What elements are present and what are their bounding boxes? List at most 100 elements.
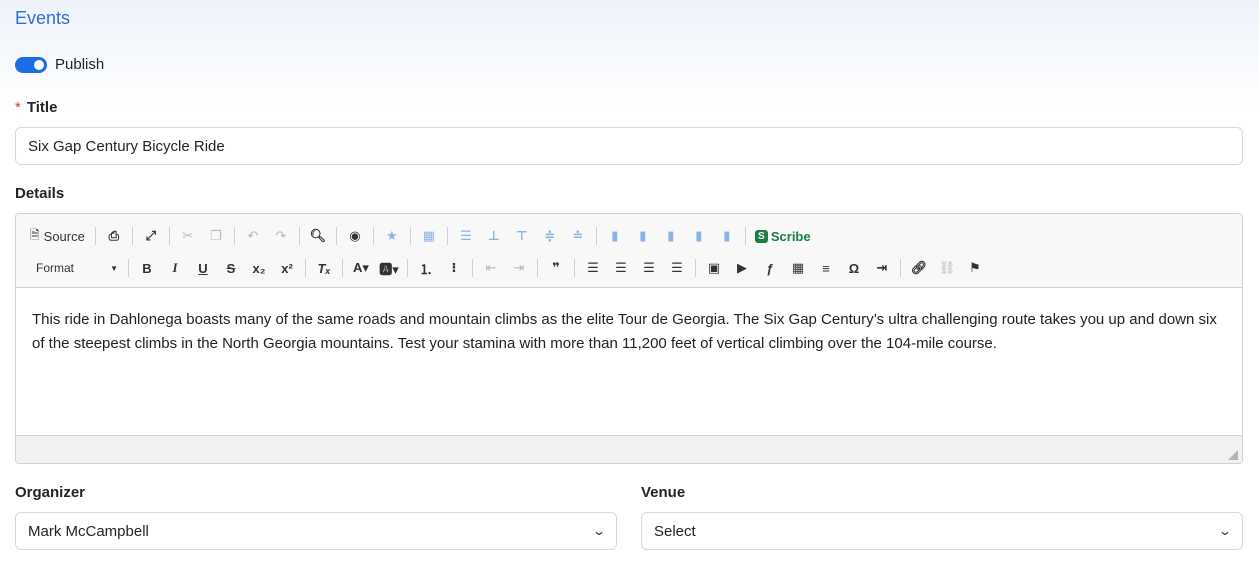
toolbar-separator [574, 259, 575, 277]
publish-toggle-row: Publish [15, 56, 104, 73]
layout-block-icon[interactable]: ▮ [603, 224, 627, 248]
publish-toggle[interactable] [15, 56, 47, 73]
align-top-icon[interactable]: ⊤ [510, 224, 534, 248]
table-icon[interactable]: ▦ [786, 256, 810, 280]
align-left-icon[interactable]: ☰ [581, 256, 605, 280]
toolbar-separator [342, 259, 343, 277]
redo-icon[interactable]: ↷ [269, 224, 293, 248]
accessibility-icon[interactable]: ◉ [343, 224, 367, 248]
venue-label: Venue [641, 484, 686, 501]
scribe-label: Scribe [770, 228, 811, 244]
toolbar-separator [372, 227, 374, 245]
find-icon[interactable]: 🔍︎ [306, 224, 330, 248]
source-icon: 🗎 [30, 227, 40, 242]
align-justify-icon[interactable]: ☰ [665, 256, 689, 280]
toolbar-separator [94, 227, 96, 245]
toolbar-separator [744, 227, 746, 245]
venue-select[interactable]: Select ⌄ [641, 512, 1243, 550]
title-input[interactable]: Six Gap Century Bicycle Ride [15, 127, 1243, 165]
details-label: Details [15, 185, 65, 202]
link-icon[interactable]: 🔗︎ [907, 256, 931, 280]
remove-format-icon[interactable]: Tₓ [312, 256, 336, 280]
align-bottom-icon[interactable]: ⊥ [482, 224, 506, 248]
undo-icon[interactable]: ↶ [241, 224, 265, 248]
underline-icon[interactable]: U [191, 256, 215, 280]
title-label-text: Title [26, 99, 58, 116]
horizontal-line-icon[interactable]: ≡ [814, 256, 838, 280]
layout-add-icon[interactable]: ▮ [687, 224, 711, 248]
toolbar-separator [128, 259, 129, 277]
chevron-down-icon: ⌄ [1217, 524, 1233, 538]
toolbar-separator [168, 227, 170, 245]
toolbar-separator [407, 259, 408, 277]
required-marker: * [15, 99, 21, 116]
toolbar-separator [305, 259, 306, 277]
page-title: Events [15, 8, 71, 28]
title-input-value: Six Gap Century Bicycle Ride [28, 137, 225, 155]
format-dropdown[interactable]: Format ▼ [26, 256, 122, 280]
editor-toolbar: 🗎Source ⎙ ⤢ ✂ ❐ ↶ ↷ 🔍︎ ◉ ★ ▦ ☰ ⊥ ⊤ ≑ ≐ [16, 214, 1242, 288]
print-icon[interactable]: ⎙ [102, 224, 126, 248]
text-color-icon[interactable]: A▾ [349, 256, 373, 280]
formula-icon[interactable]: ƒ [758, 256, 782, 280]
numbered-list-icon[interactable]: ⒈ [414, 256, 438, 280]
toolbar-separator [537, 259, 538, 277]
source-label: Source [43, 228, 85, 244]
page-break-icon[interactable]: ⇥ [870, 256, 894, 280]
strikethrough-icon[interactable]: S [219, 256, 243, 280]
toolbar-row-2: Format ▼ B I U S x₂ x² Tₓ A▾ 🅰▾ ⒈ ⁝ ⇤ ⇥ ❞… [24, 252, 1234, 284]
align-middle-icon[interactable]: ≑ [538, 224, 562, 248]
format-label: Format [36, 261, 75, 275]
unlink-icon[interactable]: ⛓ [935, 256, 959, 280]
video-icon[interactable]: ▶ [730, 256, 754, 280]
bold-icon[interactable]: B [135, 256, 159, 280]
bulleted-list-icon[interactable]: ⁝ [442, 256, 466, 280]
organizer-select[interactable]: Mark McCampbell ⌄ [15, 512, 617, 550]
chevron-down-icon: ▼ [110, 263, 118, 273]
blockquote-icon[interactable]: ❞ [544, 256, 568, 280]
cut-icon[interactable]: ✂ [176, 224, 200, 248]
rich-text-editor: 🗎Source ⎙ ⤢ ✂ ❐ ↶ ↷ 🔍︎ ◉ ★ ▦ ☰ ⊥ ⊤ ≑ ≐ [15, 213, 1243, 464]
publish-label: Publish [55, 56, 105, 73]
chevron-down-icon: ⌄ [591, 524, 607, 538]
background-color-icon[interactable]: 🅰▾ [377, 256, 401, 280]
toolbar-separator [446, 227, 448, 245]
editor-content[interactable]: This ride in Dahlonega boasts many of th… [16, 288, 1242, 435]
organizer-value: Mark McCampbell [28, 522, 149, 540]
resize-handle-icon[interactable] [1228, 450, 1238, 460]
layout-remove-icon[interactable]: ▮ [715, 224, 739, 248]
anchor-flag-icon[interactable]: ⚑ [963, 256, 987, 280]
align-block-icon[interactable]: ☰ [454, 224, 478, 248]
outdent-icon[interactable]: ⇤ [479, 256, 503, 280]
indent-icon[interactable]: ⇥ [507, 256, 531, 280]
image-icon[interactable]: ▣ [702, 256, 726, 280]
toolbar-separator [900, 259, 901, 277]
toolbar-row-1: 🗎Source ⎙ ⤢ ✂ ❐ ↶ ↷ 🔍︎ ◉ ★ ▦ ☰ ⊥ ⊤ ≑ ≐ [24, 220, 1234, 252]
bookmark-icon[interactable]: ★ [380, 224, 404, 248]
scribe-button[interactable]: S Scribe [752, 224, 814, 248]
editor-statusbar [16, 435, 1242, 463]
toolbar-separator [233, 227, 235, 245]
template-icon[interactable]: ▦ [417, 224, 441, 248]
layout-insert-icon[interactable]: ▮ [631, 224, 655, 248]
copy-icon[interactable]: ❐ [204, 224, 228, 248]
superscript-icon[interactable]: x² [275, 256, 299, 280]
scribe-icon: S [754, 229, 768, 243]
toolbar-separator [298, 227, 300, 245]
align-center-icon[interactable]: ☰ [609, 256, 633, 280]
subscript-icon[interactable]: x₂ [247, 256, 271, 280]
source-button[interactable]: 🗎 Source [26, 224, 89, 248]
layout-left-icon[interactable]: ▮ [659, 224, 683, 248]
toolbar-separator [595, 227, 597, 245]
organizer-label: Organizer [15, 484, 86, 501]
toolbar-separator [409, 227, 411, 245]
italic-icon[interactable]: I [163, 256, 187, 280]
venue-value: Select [654, 522, 696, 540]
align-right-icon[interactable]: ☰ [637, 256, 661, 280]
toolbar-separator [695, 259, 696, 277]
title-label: * Title [15, 99, 57, 116]
special-character-icon[interactable]: Ω [842, 256, 866, 280]
maximize-icon[interactable]: ⤢ [139, 224, 163, 248]
toolbar-separator [131, 227, 133, 245]
align-spread-icon[interactable]: ≐ [566, 224, 590, 248]
